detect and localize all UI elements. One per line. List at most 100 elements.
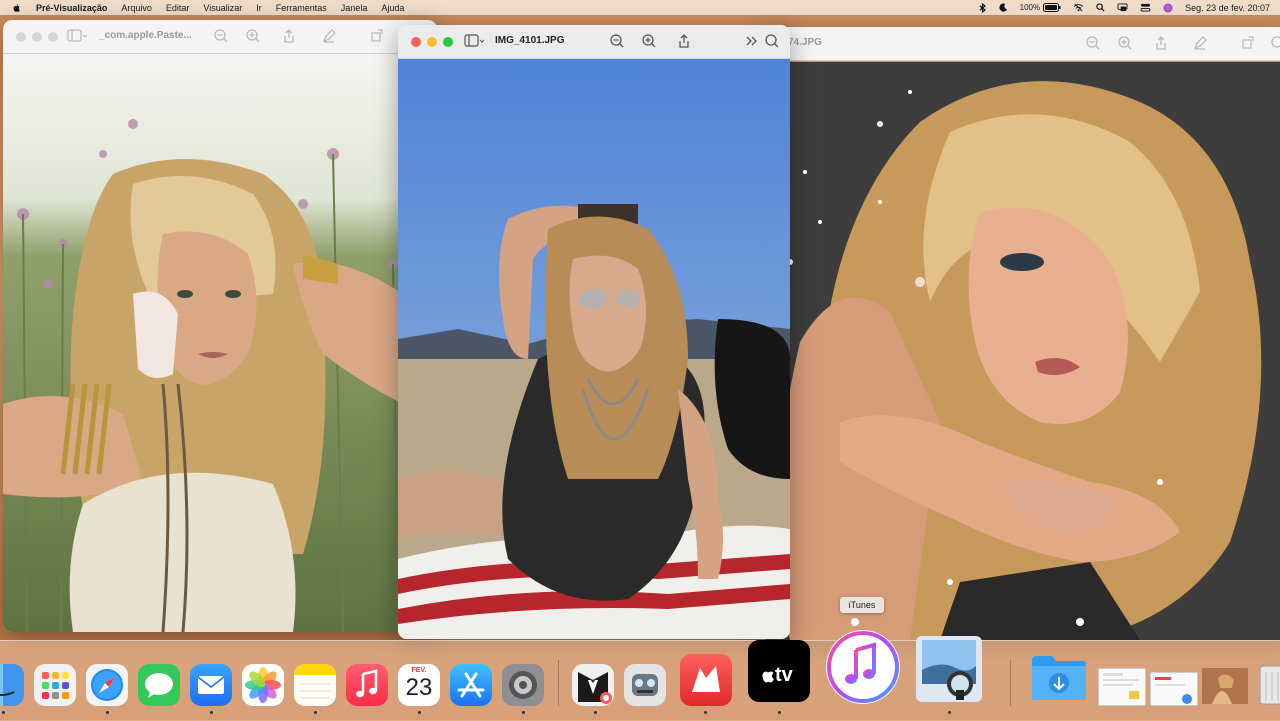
apple-tv-icon[interactable]: tv: [748, 640, 810, 702]
zoom-out-icon[interactable]: [609, 33, 625, 49]
menu-clock[interactable]: Seg. 23 de fev. 20:07: [1185, 3, 1270, 13]
window-controls: [411, 36, 459, 47]
menu-janela[interactable]: Janela: [341, 3, 368, 13]
menu-app-name[interactable]: Pré-Visualização: [36, 3, 107, 13]
bear-app-icon[interactable]: [680, 654, 732, 706]
preview-window-left[interactable]: _com.apple.Paste...: [3, 20, 437, 632]
music-icon[interactable]: [346, 664, 388, 706]
window-title: _com.apple.Paste...: [99, 30, 192, 41]
document-stack-icon[interactable]: [1098, 668, 1146, 706]
window-titlebar[interactable]: IMG_4101.JPG: [398, 25, 790, 59]
running-indicator: [106, 711, 109, 714]
share-icon[interactable]: [676, 33, 692, 49]
image-viewport: [760, 62, 1280, 640]
share-icon[interactable]: [281, 28, 297, 44]
battery-icon: [1043, 3, 1061, 12]
calendar-month: FEV.: [411, 667, 427, 674]
dock-separator: [1010, 660, 1011, 706]
search-icon[interactable]: [764, 33, 780, 49]
apple-logo-icon[interactable]: [12, 3, 22, 13]
menu-bar: Pré-Visualização Arquivo Editar Visualiz…: [0, 0, 1280, 15]
siri-icon[interactable]: [1163, 3, 1173, 13]
zoom-in-icon[interactable]: [1117, 35, 1133, 51]
zoom-in-icon[interactable]: [641, 33, 657, 49]
close-button[interactable]: [411, 36, 421, 47]
minimize-button[interactable]: [32, 31, 42, 42]
running-indicator: [2, 711, 5, 714]
photo-woman-on-motorcycle: [398, 59, 790, 639]
automator-icon[interactable]: [624, 664, 666, 706]
menu-ir[interactable]: Ir: [256, 3, 262, 13]
photo-woman-in-meadow: [3, 54, 437, 632]
share-icon[interactable]: [1153, 35, 1169, 51]
battery-status[interactable]: 100%: [1020, 3, 1061, 12]
zoom-in-icon[interactable]: [245, 28, 261, 44]
itunes-icon[interactable]: [826, 630, 900, 704]
rotate-icon[interactable]: [369, 28, 385, 44]
bluetooth-icon[interactable]: [979, 2, 987, 13]
mail-icon[interactable]: [190, 664, 232, 706]
calendar-day: 23: [405, 674, 433, 701]
more-chevron-icon[interactable]: [744, 33, 760, 49]
image-viewport: [398, 59, 790, 639]
battery-percent: 100%: [1019, 3, 1041, 12]
window-title: 74.JPG: [788, 37, 822, 48]
zoom-out-icon[interactable]: [1085, 35, 1101, 51]
control-center-icon[interactable]: [1140, 3, 1151, 12]
search-icon[interactable]: [1096, 3, 1105, 12]
sidebar-toggle-icon[interactable]: [464, 33, 484, 49]
zoom-out-icon[interactable]: [213, 28, 229, 44]
menu-ferramentas[interactable]: Ferramentas: [276, 3, 327, 13]
finder-icon[interactable]: [0, 664, 24, 706]
safari-icon[interactable]: [86, 664, 128, 706]
running-indicator: [418, 711, 421, 714]
close-button[interactable]: [16, 31, 26, 42]
image-viewport: [3, 54, 437, 632]
running-indicator: [314, 711, 317, 714]
notes-icon[interactable]: [294, 664, 336, 706]
tuxedo-app-icon[interactable]: [572, 664, 614, 706]
downloads-folder-icon[interactable]: [1030, 652, 1088, 704]
screenshot-stack-icon[interactable]: [1150, 672, 1198, 706]
running-indicator: [210, 711, 213, 714]
running-indicator: [594, 711, 597, 714]
messages-icon[interactable]: [138, 664, 180, 706]
focus-moon-icon[interactable]: [999, 3, 1008, 12]
screen-mirror-icon[interactable]: [1117, 3, 1128, 12]
svg-text:tv: tv: [775, 664, 794, 686]
fullscreen-button[interactable]: [48, 31, 58, 42]
launchpad-icon[interactable]: [34, 664, 76, 706]
menu-ajuda[interactable]: Ajuda: [381, 3, 404, 13]
preview-window-right[interactable]: 74.JPG: [760, 27, 1280, 640]
preview-app-icon[interactable]: [916, 636, 982, 702]
running-indicator: [704, 711, 707, 714]
rotate-icon[interactable]: [1240, 35, 1256, 51]
search-icon[interactable]: [1270, 35, 1280, 51]
photo-stack-icon[interactable]: [1202, 668, 1248, 704]
markup-pen-icon[interactable]: [1192, 35, 1208, 51]
running-indicator: [778, 711, 781, 714]
wifi-off-icon[interactable]: [1073, 3, 1084, 12]
preview-window-center[interactable]: IMG_4101.JPG: [398, 25, 790, 639]
window-titlebar[interactable]: _com.apple.Paste...: [3, 20, 437, 54]
system-settings-icon[interactable]: [502, 664, 544, 706]
sidebar-toggle-icon[interactable]: [67, 28, 87, 44]
app-store-icon[interactable]: [450, 664, 492, 706]
trash-icon[interactable]: [1256, 660, 1280, 706]
running-indicator: [948, 711, 951, 714]
dock-separator: [558, 660, 559, 706]
menu-arquivo[interactable]: Arquivo: [121, 3, 152, 13]
menu-editar[interactable]: Editar: [166, 3, 190, 13]
window-titlebar[interactable]: 74.JPG: [760, 27, 1280, 61]
minimize-button[interactable]: [427, 36, 437, 47]
photos-icon[interactable]: [242, 664, 284, 706]
dock-tooltip: iTunes: [840, 597, 884, 613]
running-indicator: [522, 711, 525, 714]
window-title: IMG_4101.JPG: [495, 35, 565, 46]
markup-pen-icon[interactable]: [321, 28, 337, 44]
window-controls: [16, 31, 64, 42]
photo-woman-blowing-glitter: [760, 62, 1280, 640]
menu-visualizar[interactable]: Visualizar: [203, 3, 242, 13]
calendar-icon[interactable]: FEV. 23: [398, 664, 440, 706]
fullscreen-button[interactable]: [443, 36, 453, 47]
